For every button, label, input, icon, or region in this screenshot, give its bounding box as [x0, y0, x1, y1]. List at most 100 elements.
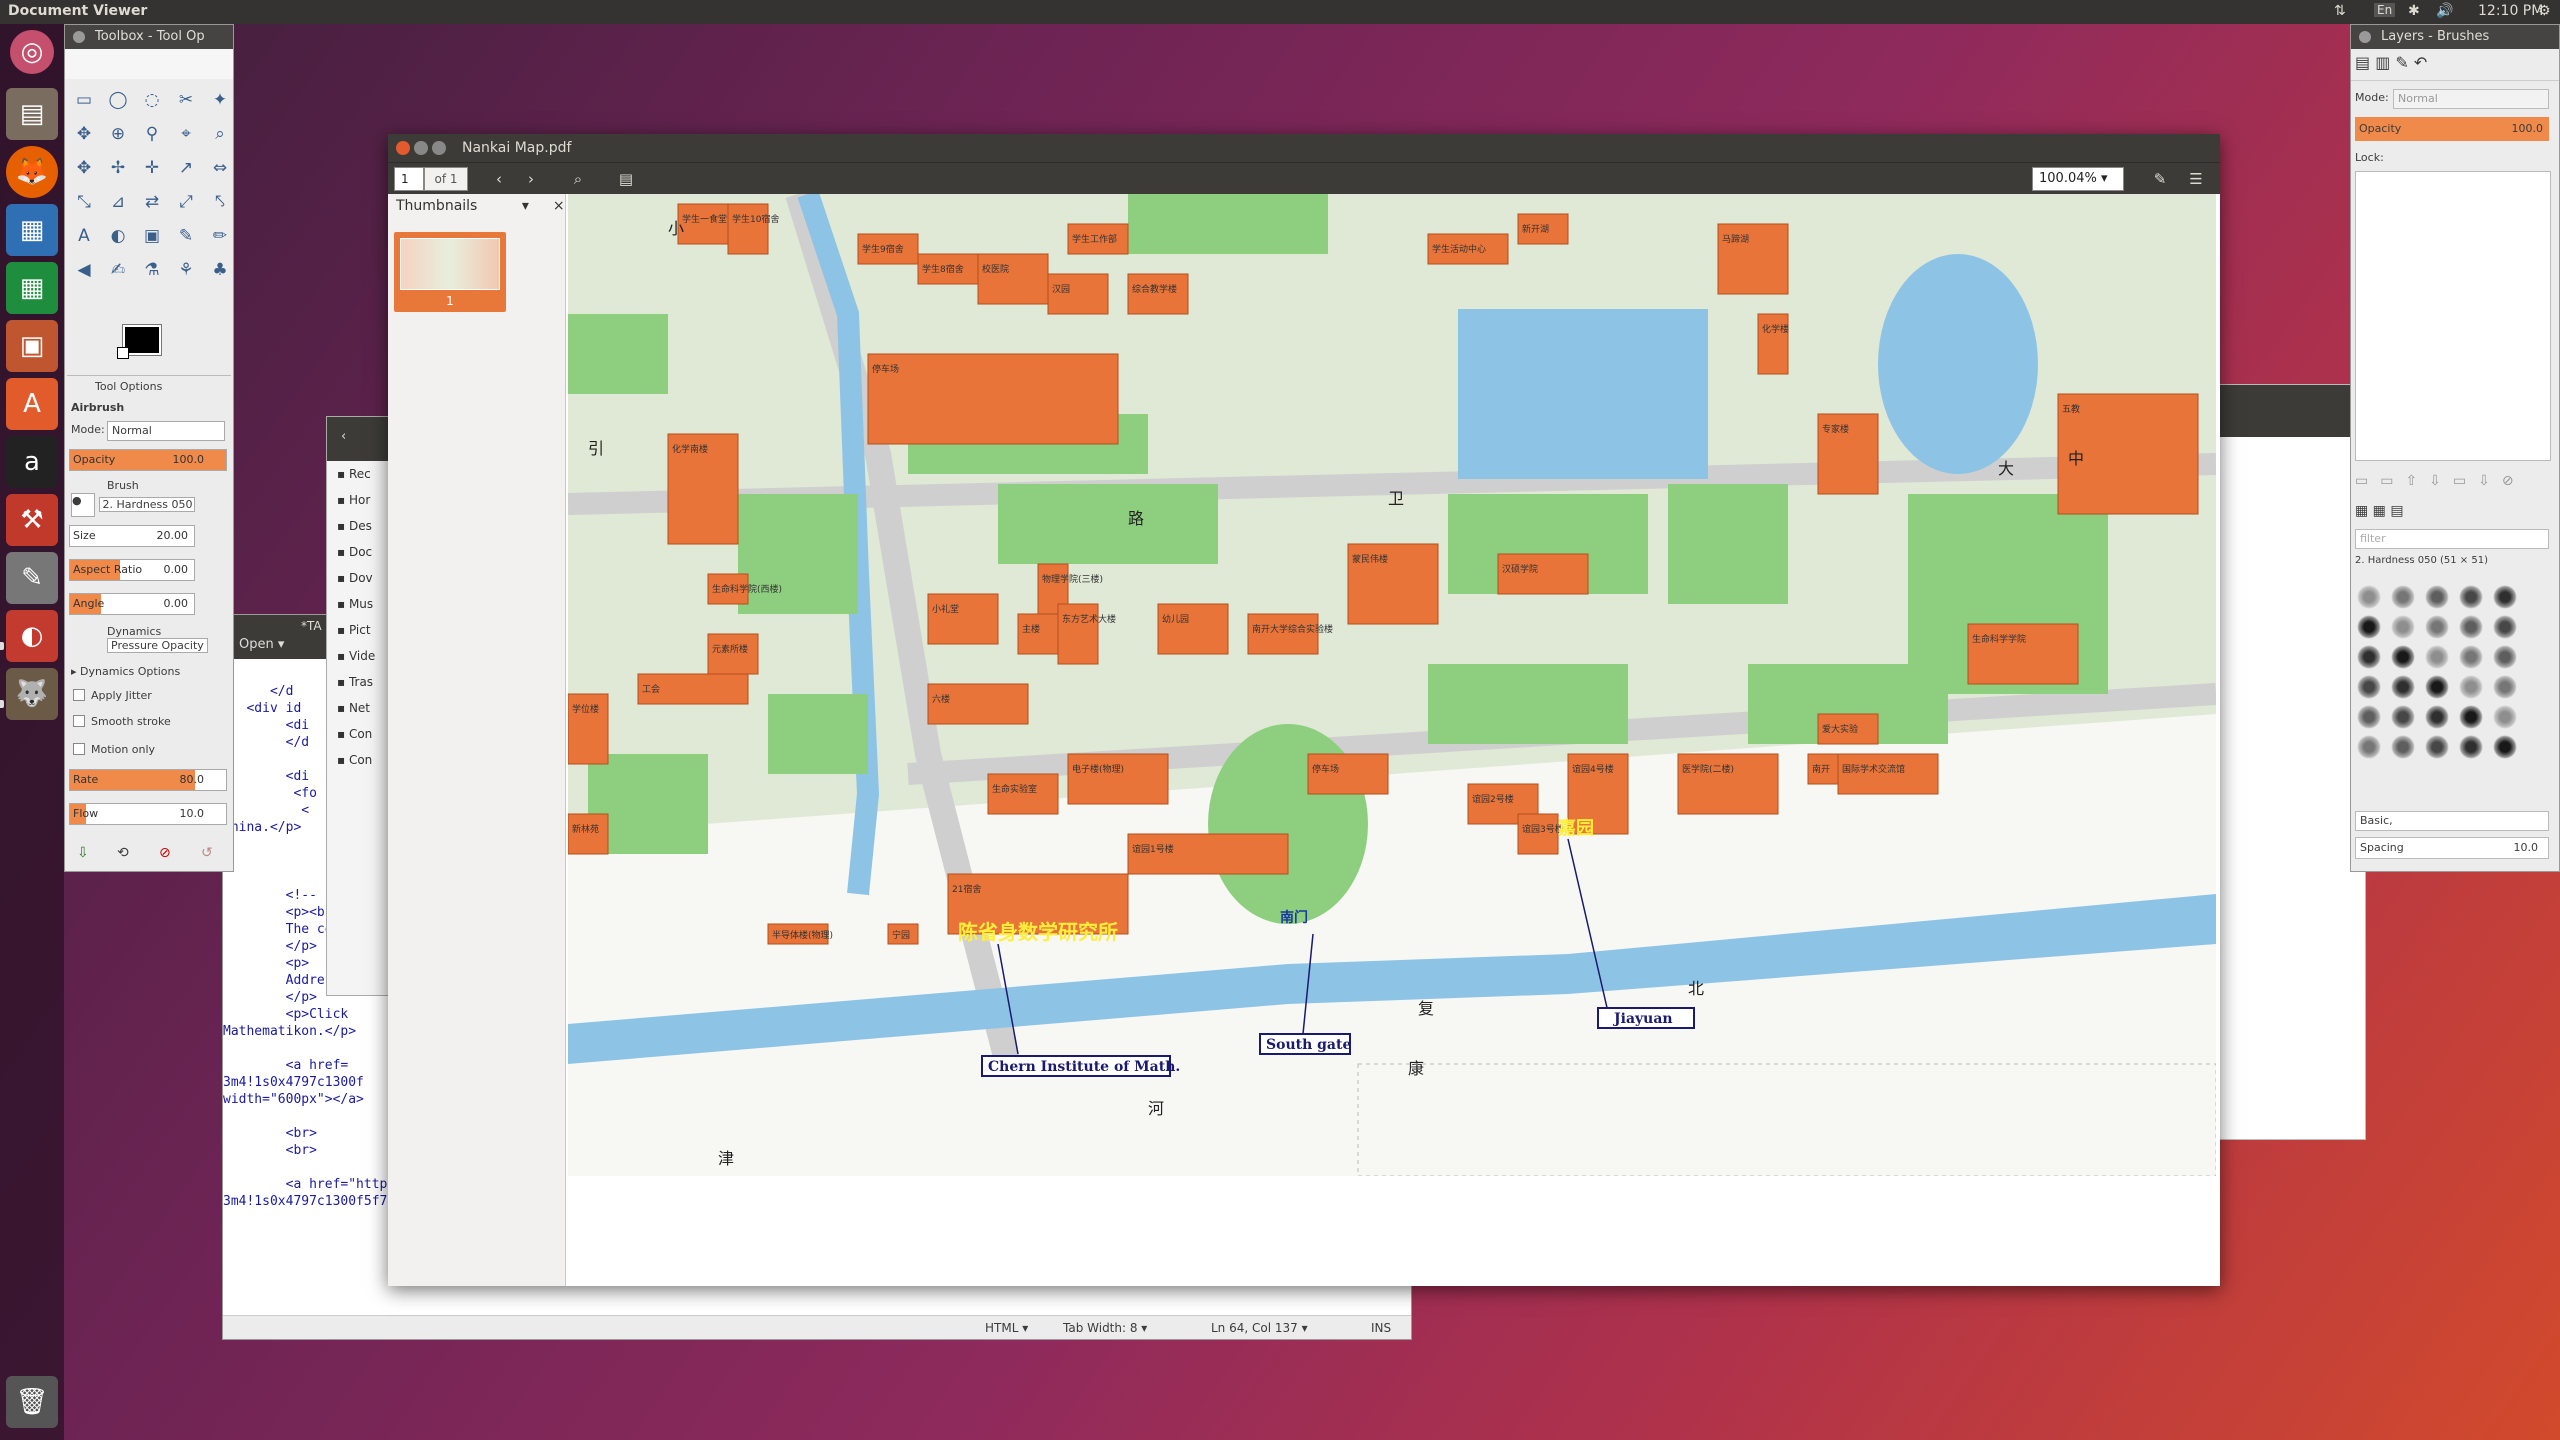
restore-options-icon[interactable]: ⟲ [117, 845, 129, 861]
tool-7-icon[interactable]: ⊕ [101, 117, 135, 151]
tool-16-icon[interactable]: ⤡ [67, 185, 101, 219]
reset-options-icon[interactable]: ↺ [201, 845, 213, 861]
brush-preset[interactable] [2425, 585, 2449, 609]
system-settings-icon[interactable]: ⚒ [6, 494, 58, 546]
tool-17-icon[interactable]: ⊿ [101, 185, 135, 219]
tab-title[interactable]: *TA [301, 619, 322, 633]
brush-grid[interactable] [2357, 585, 2535, 759]
files-sidebar-item[interactable]: ▪ Des [327, 513, 395, 539]
close-icon[interactable] [396, 141, 410, 155]
page-number-input[interactable]: 1 [394, 167, 424, 191]
motion-only-checkbox[interactable]: Motion only [73, 743, 155, 756]
layer-buttons[interactable]: ▭▭⇧⇩▭⇩⊘ [2355, 473, 2526, 489]
volume-icon[interactable]: 🔊 [2436, 3, 2453, 19]
menu-icon[interactable]: ☰ [2184, 167, 2208, 191]
next-page-icon[interactable]: › [520, 167, 542, 191]
viewer-titlebar[interactable]: Nankai Map.pdf [388, 134, 2220, 162]
tool-29-icon[interactable]: ⚘ [169, 253, 203, 287]
brush-preset[interactable] [2459, 675, 2483, 699]
amazon-icon[interactable]: a [6, 436, 58, 488]
tool-12-icon[interactable]: ✢ [101, 151, 135, 185]
tab-width-selector[interactable]: Tab Width: 8 ▾ [1063, 1316, 1147, 1340]
angle-slider[interactable]: Angle 0.00 [69, 593, 195, 615]
tool-options-tab[interactable]: Tool Options [67, 375, 231, 393]
brush-preset[interactable] [2357, 705, 2381, 729]
trash-icon[interactable]: 🗑 [6, 1376, 58, 1428]
opacity-slider[interactable]: Opacity 100.0 [69, 449, 227, 471]
text-editor-icon[interactable]: ✎ [6, 552, 58, 604]
libreoffice-calc-icon[interactable]: ▦ [6, 262, 58, 314]
size-slider[interactable]: Size 20.00 [69, 525, 195, 547]
brush-preset[interactable] [2425, 705, 2449, 729]
bluetooth-icon[interactable]: ✱ [2408, 3, 2420, 19]
smooth-stroke-checkbox[interactable]: Smooth stroke [73, 715, 171, 728]
brush-spacing-slider[interactable]: Spacing 10.0 [2355, 837, 2549, 859]
apply-jitter-checkbox[interactable]: Apply Jitter [73, 689, 152, 702]
files-icon[interactable]: ▤ [6, 88, 58, 140]
rate-slider[interactable]: Rate 80.0 [69, 769, 227, 791]
aspect-ratio-slider[interactable]: Aspect Ratio 0.00 [69, 559, 195, 581]
tool-27-icon[interactable]: ✍ [101, 253, 135, 287]
tool-22-icon[interactable]: ◐ [101, 219, 135, 253]
layer-opacity-slider[interactable]: Opacity 100.0 [2355, 117, 2549, 141]
tool-24-icon[interactable]: ✎ [169, 219, 203, 253]
cursor-position[interactable]: Ln 64, Col 137 ▾ [1211, 1316, 1308, 1340]
tool-13-icon[interactable]: ✛ [135, 151, 169, 185]
layer-mode-select[interactable]: Normal [2393, 89, 2549, 109]
files-sidebar-item[interactable]: ▪ Dov [327, 565, 395, 591]
tool-6-icon[interactable]: ✥ [67, 117, 101, 151]
libreoffice-impress-icon[interactable]: ▣ [6, 320, 58, 372]
tool-11-icon[interactable]: ✥ [67, 151, 101, 185]
brush-preset[interactable] [2425, 735, 2449, 759]
brush-preset[interactable] [2391, 735, 2415, 759]
search-icon[interactable]: ⌕ [566, 167, 590, 191]
tool-28-icon[interactable]: ⚗ [135, 253, 169, 287]
brush-preset[interactable] [2493, 615, 2517, 639]
page-thumbnail[interactable]: 1 [394, 232, 506, 312]
keyboard-indicator[interactable]: En [2374, 3, 2396, 17]
save-options-icon[interactable]: ⇩ [77, 845, 89, 861]
close-icon[interactable] [73, 31, 85, 43]
tool-30-icon[interactable]: ♣ [203, 253, 237, 287]
maximize-icon[interactable] [432, 141, 446, 155]
brush-preset[interactable] [2391, 675, 2415, 699]
mode-select[interactable]: Normal [107, 421, 225, 441]
files-sidebar-item[interactable]: ▪ Net [327, 695, 395, 721]
files-sidebar-item[interactable]: ▪ Doc [327, 539, 395, 565]
files-sidebar-item[interactable]: ▪ Pict [327, 617, 395, 643]
network-icon[interactable]: ⇅ [2334, 3, 2346, 19]
brush-tag-field[interactable]: Basic, [2355, 811, 2549, 831]
files-sidebar-item[interactable]: ▪ Con [327, 747, 395, 773]
back-arrow-icon[interactable]: ‹ [341, 429, 346, 444]
delete-options-icon[interactable]: ⊘ [159, 845, 171, 861]
annotate-icon[interactable]: ✎ [2148, 167, 2172, 191]
brush-preset[interactable] [2493, 645, 2517, 669]
files-sidebar-item[interactable]: ▪ Con [327, 721, 395, 747]
zoom-select[interactable]: 100.04% ▾ [2032, 167, 2124, 191]
brush-preset[interactable] [2391, 705, 2415, 729]
files-sidebar-item[interactable]: ▪ Mus [327, 591, 395, 617]
brush-name-field[interactable]: 2. Hardness 050 [98, 497, 195, 512]
brush-preset[interactable] [2459, 645, 2483, 669]
brush-preset[interactable] [2493, 705, 2517, 729]
layer-list[interactable] [2355, 171, 2551, 461]
tool-25-icon[interactable]: ✏ [203, 219, 237, 253]
system-gear-icon[interactable]: ⚙ [2538, 3, 2551, 19]
document-page-view[interactable]: 学生一食堂 学生10宿舍 学生9宿舍 学生8宿舍 学生工作部 校医院 汉园 综合教学楼 停车场学… [566, 194, 2220, 1268]
sidebar-header[interactable]: Thumbnails ▾ × [388, 194, 565, 218]
language-selector[interactable]: HTML ▾ [985, 1316, 1028, 1340]
tool-26-icon[interactable]: ◀ [67, 253, 101, 287]
files-sidebar-item[interactable]: ▪ Vide [327, 643, 395, 669]
tool-23-icon[interactable]: ▣ [135, 219, 169, 253]
previous-page-icon[interactable]: ‹ [488, 167, 510, 191]
close-icon[interactable] [2359, 31, 2371, 43]
brush-preset[interactable] [2459, 585, 2483, 609]
brush-preset[interactable] [2357, 615, 2381, 639]
brush-tabs[interactable]: ▦ ▦ ▤ [2355, 503, 2404, 519]
brush-preset[interactable] [2357, 645, 2381, 669]
tool-2-icon[interactable]: ◯ [101, 83, 135, 117]
brush-preset[interactable] [2425, 615, 2449, 639]
libreoffice-writer-icon[interactable]: ▦ [6, 204, 58, 256]
tool-20-icon[interactable]: ⤣ [203, 185, 237, 219]
firefox-icon[interactable]: 🦊 [6, 146, 58, 198]
